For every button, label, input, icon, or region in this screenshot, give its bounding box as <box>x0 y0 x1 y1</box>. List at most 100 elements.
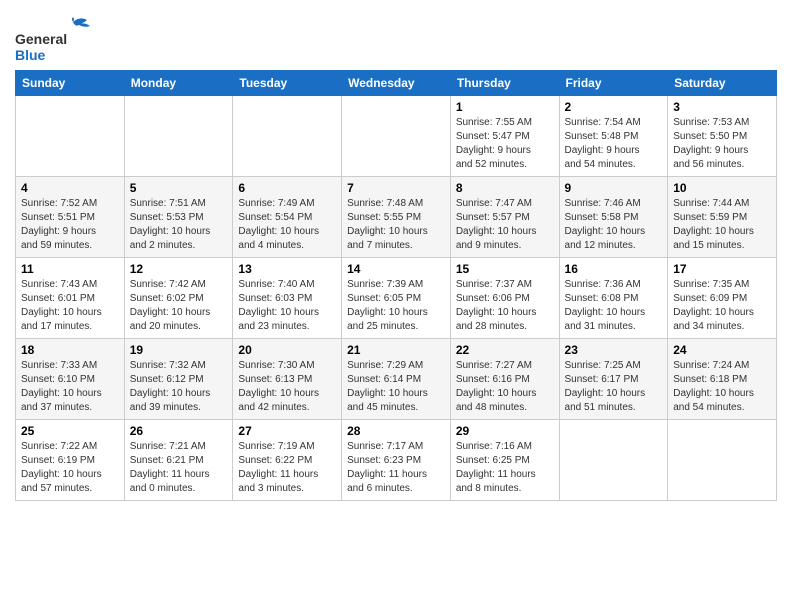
day-number: 19 <box>130 343 228 357</box>
day-number: 12 <box>130 262 228 276</box>
calendar-cell: 14 Sunrise: 7:39 AM Sunset: 6:05 PM Dayli… <box>342 258 451 339</box>
day-number: 27 <box>238 424 336 438</box>
calendar-cell: 8 Sunrise: 7:47 AM Sunset: 5:57 PM Daylig… <box>450 177 559 258</box>
calendar-cell: 24 Sunrise: 7:24 AM Sunset: 6:18 PM Dayli… <box>668 339 777 420</box>
calendar-cell: 23 Sunrise: 7:25 AM Sunset: 6:17 PM Dayli… <box>559 339 668 420</box>
day-info: Sunrise: 7:46 AM Sunset: 5:58 PM Dayligh… <box>565 197 663 253</box>
calendar-cell: 22 Sunrise: 7:27 AM Sunset: 6:16 PM Dayli… <box>450 339 559 420</box>
svg-text:General: General <box>15 31 67 47</box>
calendar-cell: 7 Sunrise: 7:48 AM Sunset: 5:55 PM Daylig… <box>342 177 451 258</box>
day-number: 13 <box>238 262 336 276</box>
day-header-sunday: Sunday <box>16 71 125 96</box>
calendar-cell: 27 Sunrise: 7:19 AM Sunset: 6:22 PM Dayli… <box>233 420 342 501</box>
day-info: Sunrise: 7:37 AM Sunset: 6:06 PM Dayligh… <box>456 278 554 334</box>
day-info: Sunrise: 7:52 AM Sunset: 5:51 PM Dayligh… <box>21 197 119 253</box>
day-info: Sunrise: 7:51 AM Sunset: 5:53 PM Dayligh… <box>130 197 228 253</box>
day-info: Sunrise: 7:27 AM Sunset: 6:16 PM Dayligh… <box>456 359 554 415</box>
day-info: Sunrise: 7:16 AM Sunset: 6:25 PM Dayligh… <box>456 440 554 496</box>
calendar-cell <box>16 96 125 177</box>
day-info: Sunrise: 7:42 AM Sunset: 6:02 PM Dayligh… <box>130 278 228 334</box>
calendar-cell: 16 Sunrise: 7:36 AM Sunset: 6:08 PM Dayli… <box>559 258 668 339</box>
day-number: 5 <box>130 181 228 195</box>
calendar-cell: 18 Sunrise: 7:33 AM Sunset: 6:10 PM Dayli… <box>16 339 125 420</box>
calendar-week-row: 25 Sunrise: 7:22 AM Sunset: 6:19 PM Dayli… <box>16 420 777 501</box>
day-number: 9 <box>565 181 663 195</box>
day-number: 24 <box>673 343 771 357</box>
calendar-cell: 28 Sunrise: 7:17 AM Sunset: 6:23 PM Dayli… <box>342 420 451 501</box>
day-number: 29 <box>456 424 554 438</box>
calendar-cell: 6 Sunrise: 7:49 AM Sunset: 5:54 PM Daylig… <box>233 177 342 258</box>
logo: General Blue <box>15 14 100 64</box>
day-number: 1 <box>456 100 554 114</box>
day-number: 15 <box>456 262 554 276</box>
day-info: Sunrise: 7:19 AM Sunset: 6:22 PM Dayligh… <box>238 440 336 496</box>
day-number: 28 <box>347 424 445 438</box>
calendar-cell: 29 Sunrise: 7:16 AM Sunset: 6:25 PM Dayli… <box>450 420 559 501</box>
day-header-thursday: Thursday <box>450 71 559 96</box>
header: General Blue <box>15 10 777 64</box>
calendar-cell: 10 Sunrise: 7:44 AM Sunset: 5:59 PM Dayli… <box>668 177 777 258</box>
calendar-header-row: SundayMondayTuesdayWednesdayThursdayFrid… <box>16 71 777 96</box>
calendar-cell: 21 Sunrise: 7:29 AM Sunset: 6:14 PM Dayli… <box>342 339 451 420</box>
day-number: 3 <box>673 100 771 114</box>
calendar-cell: 20Sunrise: 7:30 AM Sunset: 6:13 PM Dayli… <box>233 339 342 420</box>
calendar-cell: 4Sunrise: 7:52 AM Sunset: 5:51 PM Daylig… <box>16 177 125 258</box>
calendar-cell: 25 Sunrise: 7:22 AM Sunset: 6:19 PM Dayli… <box>16 420 125 501</box>
day-number: 21 <box>347 343 445 357</box>
calendar-week-row: 1Sunrise: 7:55 AM Sunset: 5:47 PM Daylig… <box>16 96 777 177</box>
day-number: 18 <box>21 343 119 357</box>
calendar-cell: 9 Sunrise: 7:46 AM Sunset: 5:58 PM Daylig… <box>559 177 668 258</box>
day-number: 7 <box>347 181 445 195</box>
day-header-tuesday: Tuesday <box>233 71 342 96</box>
calendar-cell: 12 Sunrise: 7:42 AM Sunset: 6:02 PM Dayli… <box>124 258 233 339</box>
calendar-cell: 19 Sunrise: 7:32 AM Sunset: 6:12 PM Dayli… <box>124 339 233 420</box>
calendar-cell <box>124 96 233 177</box>
day-header-friday: Friday <box>559 71 668 96</box>
day-info: Sunrise: 7:49 AM Sunset: 5:54 PM Dayligh… <box>238 197 336 253</box>
day-number: 11 <box>21 262 119 276</box>
calendar-cell: 13 Sunrise: 7:40 AM Sunset: 6:03 PM Dayli… <box>233 258 342 339</box>
day-info: Sunrise: 7:39 AM Sunset: 6:05 PM Dayligh… <box>347 278 445 334</box>
calendar-cell <box>233 96 342 177</box>
calendar-cell: 2Sunrise: 7:54 AM Sunset: 5:48 PM Daylig… <box>559 96 668 177</box>
day-header-wednesday: Wednesday <box>342 71 451 96</box>
day-number: 23 <box>565 343 663 357</box>
day-number: 25 <box>21 424 119 438</box>
calendar-week-row: 11 Sunrise: 7:43 AM Sunset: 6:01 PM Dayli… <box>16 258 777 339</box>
calendar-cell: 11 Sunrise: 7:43 AM Sunset: 6:01 PM Dayli… <box>16 258 125 339</box>
day-info: Sunrise: 7:54 AM Sunset: 5:48 PM Dayligh… <box>565 116 663 172</box>
day-number: 22 <box>456 343 554 357</box>
day-info: Sunrise: 7:30 AM Sunset: 6:13 PM Dayligh… <box>238 359 336 415</box>
day-info: Sunrise: 7:32 AM Sunset: 6:12 PM Dayligh… <box>130 359 228 415</box>
day-info: Sunrise: 7:29 AM Sunset: 6:14 PM Dayligh… <box>347 359 445 415</box>
day-info: Sunrise: 7:36 AM Sunset: 6:08 PM Dayligh… <box>565 278 663 334</box>
svg-text:Blue: Blue <box>15 47 46 63</box>
day-info: Sunrise: 7:48 AM Sunset: 5:55 PM Dayligh… <box>347 197 445 253</box>
day-info: Sunrise: 7:35 AM Sunset: 6:09 PM Dayligh… <box>673 278 771 334</box>
calendar-cell <box>668 420 777 501</box>
day-number: 10 <box>673 181 771 195</box>
day-number: 8 <box>456 181 554 195</box>
calendar-week-row: 4Sunrise: 7:52 AM Sunset: 5:51 PM Daylig… <box>16 177 777 258</box>
day-number: 14 <box>347 262 445 276</box>
day-info: Sunrise: 7:40 AM Sunset: 6:03 PM Dayligh… <box>238 278 336 334</box>
calendar-cell: 3 Sunrise: 7:53 AM Sunset: 5:50 PM Daylig… <box>668 96 777 177</box>
day-header-saturday: Saturday <box>668 71 777 96</box>
day-info: Sunrise: 7:25 AM Sunset: 6:17 PM Dayligh… <box>565 359 663 415</box>
calendar-cell <box>559 420 668 501</box>
day-number: 17 <box>673 262 771 276</box>
day-info: Sunrise: 7:21 AM Sunset: 6:21 PM Dayligh… <box>130 440 228 496</box>
day-info: Sunrise: 7:17 AM Sunset: 6:23 PM Dayligh… <box>347 440 445 496</box>
day-info: Sunrise: 7:22 AM Sunset: 6:19 PM Dayligh… <box>21 440 119 496</box>
day-info: Sunrise: 7:24 AM Sunset: 6:18 PM Dayligh… <box>673 359 771 415</box>
calendar-week-row: 18 Sunrise: 7:33 AM Sunset: 6:10 PM Dayli… <box>16 339 777 420</box>
day-info: Sunrise: 7:47 AM Sunset: 5:57 PM Dayligh… <box>456 197 554 253</box>
day-info: Sunrise: 7:33 AM Sunset: 6:10 PM Dayligh… <box>21 359 119 415</box>
day-info: Sunrise: 7:53 AM Sunset: 5:50 PM Dayligh… <box>673 116 771 172</box>
logo-svg: General Blue <box>15 14 100 64</box>
day-number: 6 <box>238 181 336 195</box>
day-info: Sunrise: 7:44 AM Sunset: 5:59 PM Dayligh… <box>673 197 771 253</box>
calendar-cell: 15 Sunrise: 7:37 AM Sunset: 6:06 PM Dayli… <box>450 258 559 339</box>
day-info: Sunrise: 7:43 AM Sunset: 6:01 PM Dayligh… <box>21 278 119 334</box>
day-number: 16 <box>565 262 663 276</box>
